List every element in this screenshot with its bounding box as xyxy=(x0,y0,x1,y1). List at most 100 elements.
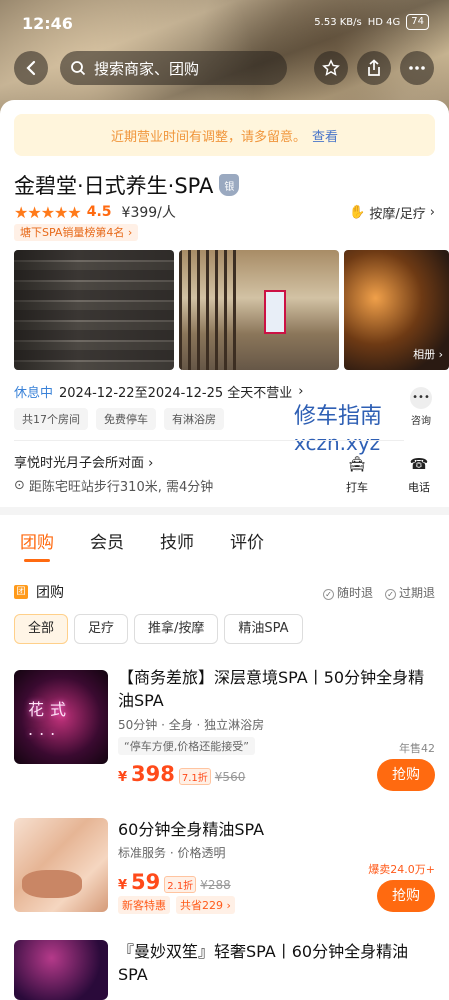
deal-quote: “停车方便,价格还能接受” xyxy=(118,737,255,755)
status-bar: 12:46 5.53 KB/s HD 4G 74 xyxy=(0,0,449,44)
photo-room[interactable]: 相册 › xyxy=(344,250,449,370)
deal-item[interactable]: 60分钟全身精油SPA 标准服务 · 价格透明 爆卖24.0万+ ¥ 59 2.… xyxy=(14,818,435,918)
rank-badge[interactable]: 塘下SPA销量榜第4名 › xyxy=(14,224,139,241)
favorite-button[interactable] xyxy=(314,51,348,85)
consult-label: 咨询 xyxy=(411,416,431,427)
buy-button[interactable]: 抢购 xyxy=(377,759,435,791)
discount-badge: 7.1折 xyxy=(178,768,211,785)
phone-button[interactable]: ☎ 电话 xyxy=(399,455,439,495)
check-circle-icon: ✓ xyxy=(322,588,334,600)
deal-subtitle: 50分钟 · 全身 · 独立淋浴房 xyxy=(118,718,265,732)
notice-text: 近期营业时间有调整，请多留意。 xyxy=(110,129,306,145)
rating-score: 4.5 xyxy=(86,204,112,220)
deal-promo-tags: 新客特惠 共省229 › xyxy=(118,896,235,914)
network-speed: 5.53 KB/s xyxy=(314,16,362,28)
policy-anytime-refund: ✓ 随时退 xyxy=(322,584,373,601)
filter-massage[interactable]: 推拿/按摩 xyxy=(134,614,219,644)
chevron-right-icon: › xyxy=(429,204,435,220)
deal-subtitle: 标准服务 · 价格透明 xyxy=(118,846,226,860)
deal-price: ¥ 59 2.1折 ¥288 xyxy=(118,870,231,894)
star-icon xyxy=(322,59,340,76)
status-indicators: 5.53 KB/s HD 4G 74 xyxy=(314,14,429,30)
taxi-label: 打车 xyxy=(346,481,368,494)
facility-tags: 共17个房间 免费停车 有淋浴房 xyxy=(14,408,224,430)
share-button[interactable] xyxy=(357,51,391,85)
price-value: 59 xyxy=(131,870,161,894)
share-icon xyxy=(368,59,380,76)
tab-bar: 团购 会员 技师 评价 xyxy=(20,528,264,562)
discount-badge: 2.1折 xyxy=(164,876,197,893)
rating-row: ★★★★★ 4.5 ¥399/人 ✋ 按摩/足疗 › xyxy=(14,202,435,222)
filter-oil-spa[interactable]: 精油SPA xyxy=(224,614,303,644)
location-pin-icon: ⊙ xyxy=(14,478,25,493)
deal-filters: 全部 足疗 推拿/按摩 精油SPA xyxy=(14,614,303,644)
shop-category-link[interactable]: ✋ 按摩/足疗 › xyxy=(349,203,435,222)
deal-thumbnail[interactable] xyxy=(14,818,108,912)
business-hours-notice[interactable]: 近期营业时间有调整，请多留意。 查看 xyxy=(14,114,435,156)
promo-savings[interactable]: 共省229 › xyxy=(176,896,235,914)
photo-gallery[interactable]: 相册 › xyxy=(14,250,449,370)
tab-technician[interactable]: 技师 xyxy=(160,528,194,553)
chat-icon: ••• xyxy=(410,387,432,409)
watermark: 修车指南 xczn.xyz xyxy=(294,404,382,456)
refund-policies: ✓ 随时退 ✓ 过期退 xyxy=(322,584,435,601)
filter-all[interactable]: 全部 xyxy=(14,614,69,644)
deal-thumbnail[interactable] xyxy=(14,940,108,1000)
search-icon xyxy=(71,61,86,76)
chevron-right-icon: › xyxy=(298,384,304,399)
group-buy-title: 团购 xyxy=(36,585,64,601)
shop-title: 金碧堂·日式养生·SPA 银 xyxy=(14,170,240,200)
top-navigation: 搜索商家、团购 xyxy=(0,50,449,86)
facility-tag: 有淋浴房 xyxy=(164,408,224,430)
photo-stairs[interactable] xyxy=(14,250,174,370)
thumb-text: 花式 ... xyxy=(28,700,73,739)
deal-title[interactable]: 【商务差旅】深层意境SPA丨50分钟全身精油SPA xyxy=(118,666,435,712)
back-arrow-icon xyxy=(26,60,36,76)
taxi-button[interactable]: 🚖︎ 打车 xyxy=(337,455,377,495)
rating-stars-icon: ★★★★★ xyxy=(14,202,82,222)
avg-price: ¥399/人 xyxy=(121,205,176,221)
back-button[interactable] xyxy=(14,51,48,85)
more-icon xyxy=(409,66,425,70)
check-circle-icon: ✓ xyxy=(384,588,396,600)
divider xyxy=(14,440,404,441)
photo-lobby[interactable] xyxy=(179,250,339,370)
silver-badge-icon[interactable]: 银 xyxy=(219,174,240,196)
currency: ¥ xyxy=(118,878,128,893)
watermark-line1: 修车指南 xyxy=(294,404,383,429)
more-button[interactable] xyxy=(400,51,434,85)
search-input[interactable]: 搜索商家、团购 xyxy=(60,51,287,85)
deal-item[interactable]: 花式 ... 【商务差旅】深层意境SPA丨50分钟全身精油SPA 50分钟 · … xyxy=(14,668,435,791)
address-distance: ⊙ 距陈宅旺站步行310米, 需4分钟 xyxy=(14,476,213,495)
deal-title[interactable]: 『曼妙双笙』轻奢SPA丨60分钟全身精油SPA xyxy=(118,940,435,986)
status-time: 12:46 xyxy=(22,14,73,33)
battery-indicator: 74 xyxy=(406,14,429,30)
address-landmark[interactable]: 享悦时光月子会所对面 › xyxy=(14,452,153,471)
original-price: ¥560 xyxy=(214,770,246,784)
closed-status: 休息中 xyxy=(14,386,54,401)
tab-group-buy[interactable]: 团购 xyxy=(20,528,54,562)
buy-button[interactable]: 抢购 xyxy=(377,880,435,912)
distance-text: 距陈宅旺站步行310米, 需4分钟 xyxy=(28,480,214,495)
section-separator xyxy=(0,507,449,515)
policy-expired-refund: ✓ 过期退 xyxy=(384,584,435,601)
album-link[interactable]: 相册 › xyxy=(413,346,443,362)
currency: ¥ xyxy=(118,770,128,785)
hand-icon: ✋ xyxy=(349,204,366,220)
notice-view-link[interactable]: 查看 xyxy=(312,126,338,145)
watermark-line2: xczn.xyz xyxy=(294,431,381,455)
deal-title[interactable]: 60分钟全身精油SPA xyxy=(118,818,435,841)
consult-button[interactable]: ••• 咨询 xyxy=(404,387,438,427)
deal-thumbnail[interactable]: 花式 ... xyxy=(14,670,108,764)
group-buy-header: 团 团购 ✓ 随时退 ✓ 过期退 xyxy=(14,582,435,602)
tab-member[interactable]: 会员 xyxy=(90,528,124,553)
deal-item[interactable]: 『曼妙双笙』轻奢SPA丨60分钟全身精油SPA xyxy=(14,940,435,1000)
facility-tag: 共17个房间 xyxy=(14,408,88,430)
shop-detail-card: 近期营业时间有调整，请多留意。 查看 金碧堂·日式养生·SPA 银 ★★★★★ … xyxy=(0,100,449,1000)
deal-sold: 年售42 xyxy=(399,742,435,755)
filter-foot[interactable]: 足疗 xyxy=(74,614,129,644)
tab-reviews[interactable]: 评价 xyxy=(230,528,264,553)
signal-indicator: HD 4G xyxy=(367,16,401,28)
business-hours-row[interactable]: 休息中 2024-12-22至2024-12-25 全天不营业 › xyxy=(14,382,303,401)
original-price: ¥288 xyxy=(200,878,231,892)
